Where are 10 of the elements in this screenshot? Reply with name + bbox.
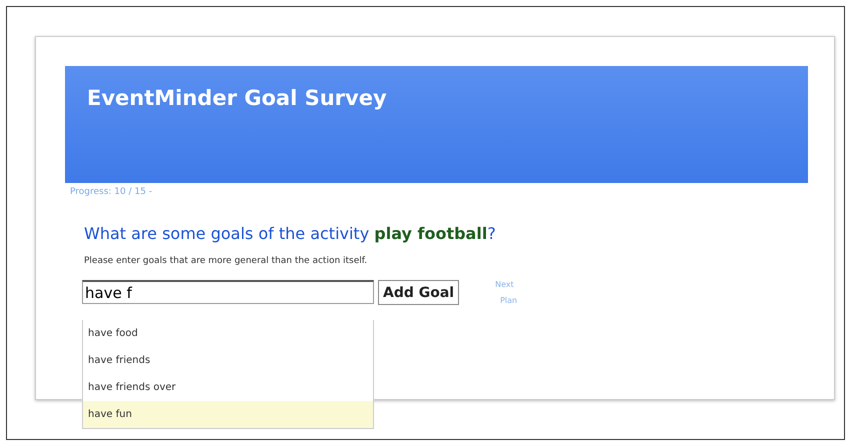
question-text: What are some goals of the activity play football?	[84, 224, 497, 243]
goal-input-field[interactable]: have f	[82, 280, 374, 304]
suggestion-item[interactable]: have friends over	[83, 374, 373, 401]
progress-text: Progress: 10 / 15 -	[70, 187, 154, 197]
suggestion-item[interactable]: have friends	[83, 347, 373, 374]
survey-title: EventMinder Goal Survey	[87, 86, 388, 110]
suggestion-item[interactable]: have fun	[83, 401, 373, 428]
instruction-text: Please enter goals that are more general than the action itself.	[84, 256, 368, 266]
suggestion-item[interactable]: have food	[83, 320, 373, 347]
add-goal-button[interactable]: Add Goal	[378, 280, 460, 305]
